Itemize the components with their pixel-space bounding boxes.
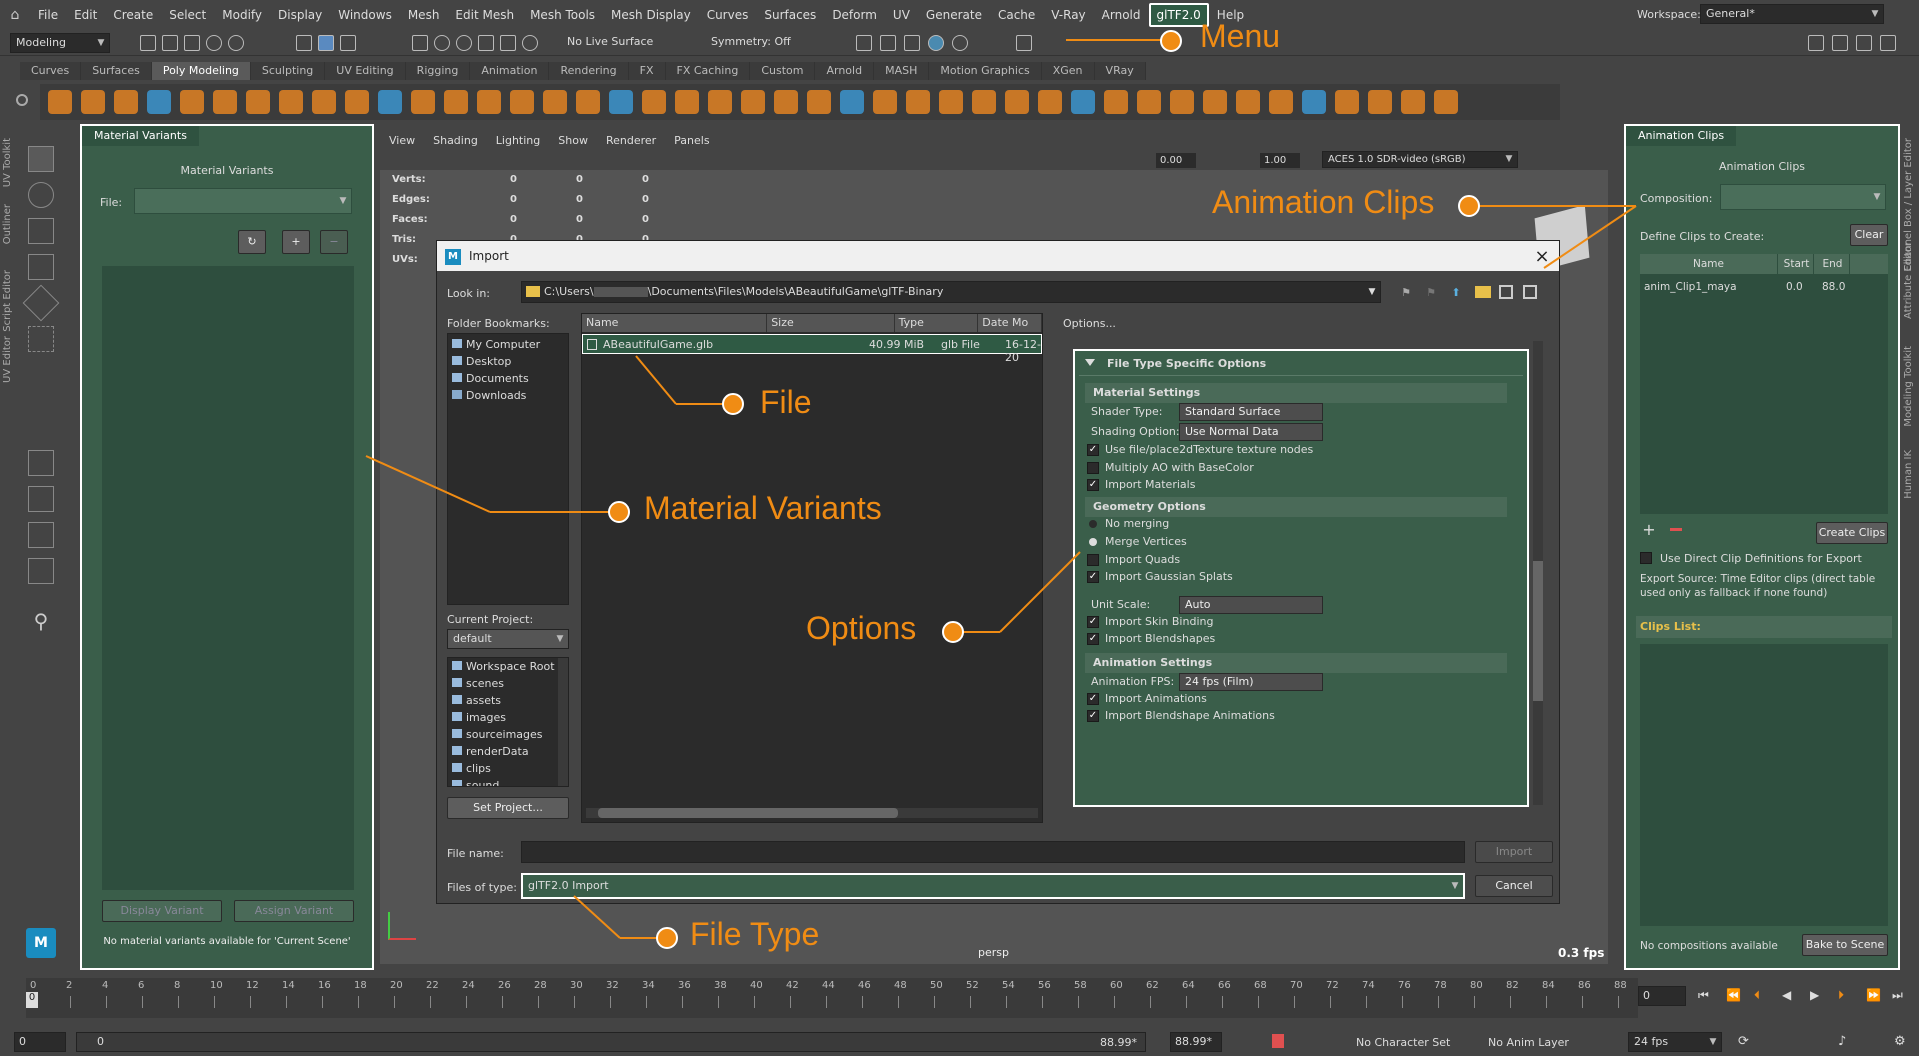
menu-marker — [1160, 30, 1182, 52]
options-annotation: Options — [806, 610, 917, 646]
animclips-marker — [1458, 195, 1480, 217]
file-marker — [722, 393, 744, 415]
variants-annotation: Material Variants — [644, 490, 882, 526]
options-marker — [942, 621, 964, 643]
animclips-annotation: Animation Clips — [1212, 184, 1435, 220]
filetype-annotation: File Type — [690, 916, 820, 952]
filetype-marker — [656, 927, 678, 949]
menu-annotation: Menu — [1200, 18, 1281, 54]
options-leader-2 — [999, 551, 1081, 633]
file-annotation: File — [760, 384, 812, 420]
variants-leader — [365, 455, 491, 513]
variants-marker — [608, 501, 630, 523]
filetype-leader — [573, 895, 621, 939]
animclips-leader-2 — [1543, 205, 1637, 269]
file-leader — [635, 355, 677, 405]
annotation-lines — [365, 39, 1637, 939]
